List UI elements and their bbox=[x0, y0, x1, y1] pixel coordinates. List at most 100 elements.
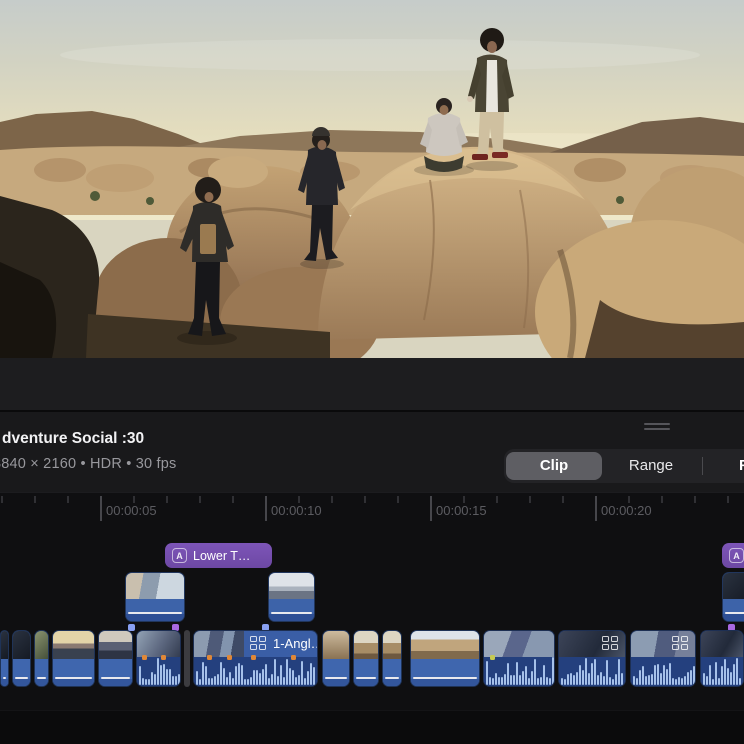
storyline-clip[interactable] bbox=[0, 630, 9, 687]
timeline-ruler[interactable]: 00:00:05 00:00:10 00:00:15 00:00:20 bbox=[0, 492, 744, 529]
audio-waveform bbox=[484, 657, 554, 686]
clip-audio-strip bbox=[13, 679, 30, 686]
storyline-clip[interactable] bbox=[700, 630, 744, 687]
project-specs: 3840 × 2160 • HDR • 30 fps bbox=[0, 456, 176, 472]
storyline-clip[interactable] bbox=[52, 630, 95, 687]
connected-clip[interactable] bbox=[268, 572, 315, 622]
ruler-timestamp: 00:00:15 bbox=[436, 503, 487, 518]
clip-thumbnail bbox=[723, 573, 744, 599]
ruler-tick-minor bbox=[232, 496, 234, 503]
ruler-tick-minor bbox=[529, 496, 531, 503]
clip-thumbnail bbox=[354, 631, 378, 659]
ruler-timestamp: 00:00:10 bbox=[271, 503, 322, 518]
title-clip[interactable]: A bbox=[722, 543, 744, 568]
ruler-tick-minor bbox=[298, 496, 300, 503]
drag-handle[interactable] bbox=[644, 423, 670, 433]
title-clip-label: Lower T… bbox=[193, 549, 250, 563]
storyline-clip[interactable] bbox=[483, 630, 555, 687]
multicam-icon bbox=[250, 636, 267, 651]
ruler-tick-major bbox=[430, 496, 432, 521]
storyline-clip[interactable] bbox=[382, 630, 402, 687]
clip-audio-strip bbox=[99, 679, 132, 686]
audio-waveform bbox=[701, 657, 743, 686]
segment-divider bbox=[702, 457, 703, 475]
storyline-clip[interactable] bbox=[98, 630, 133, 687]
segment-range[interactable]: Range bbox=[602, 452, 700, 480]
ruler-timestamp: 00:00:20 bbox=[601, 503, 652, 518]
clip-header bbox=[559, 631, 625, 657]
ruler-tick-minor bbox=[562, 496, 564, 503]
ruler-tick-minor bbox=[34, 496, 36, 503]
ruler-tick-minor bbox=[463, 496, 465, 503]
timeline-footer bbox=[0, 710, 744, 744]
storyline-clip[interactable]: 1-Angl… bbox=[193, 630, 318, 687]
clip-audio-strip bbox=[323, 679, 349, 686]
storyline-clip[interactable] bbox=[12, 630, 31, 687]
ruler-tick-minor bbox=[133, 496, 135, 503]
project-info-panel: dventure Social :30 3840 × 2160 • HDR • … bbox=[0, 412, 744, 492]
title-a-icon: A bbox=[172, 548, 187, 563]
storyline-clip[interactable] bbox=[558, 630, 626, 687]
clip-thumbnail bbox=[383, 631, 401, 659]
clip-label: 1-Angl… bbox=[273, 636, 318, 651]
title-clip[interactable]: A Lower T… bbox=[165, 543, 272, 568]
storyline-clip[interactable] bbox=[353, 630, 379, 687]
clip-thumbnail bbox=[99, 631, 132, 659]
clip-header bbox=[631, 631, 695, 657]
clip-audio-strip bbox=[53, 679, 94, 686]
storyline-clip[interactable] bbox=[136, 630, 181, 687]
ruler-tick-minor bbox=[166, 496, 168, 503]
clip-marker bbox=[291, 655, 296, 660]
clip-thumbnail bbox=[269, 573, 314, 599]
view-segmented: ClipRangeF bbox=[504, 449, 744, 483]
connected-clip[interactable] bbox=[125, 572, 185, 622]
clip-audio-strip bbox=[269, 614, 314, 621]
ruler-tick-minor bbox=[661, 496, 663, 503]
segment-f[interactable]: F bbox=[705, 452, 744, 480]
project-title: dventure Social :30 bbox=[2, 430, 144, 448]
audio-waveform bbox=[631, 657, 695, 686]
clip-marker bbox=[490, 655, 495, 660]
ruler-tick-minor bbox=[628, 496, 630, 503]
storyline-clip[interactable] bbox=[630, 630, 696, 687]
ruler-tick-major bbox=[100, 496, 102, 521]
clip-thumbnail bbox=[13, 631, 30, 659]
clip-marker bbox=[161, 655, 166, 660]
viewer-preview bbox=[0, 0, 744, 358]
transport-bar: 00:00:37:14 41 % •• bbox=[0, 358, 744, 412]
clip-header bbox=[484, 631, 554, 657]
clip-thumbnail bbox=[126, 573, 184, 599]
clip-thumbnail bbox=[35, 631, 48, 659]
final-cut-pro-window: 00:00:37:14 41 % •• dventure Social :30 … bbox=[0, 0, 744, 744]
clip-header bbox=[701, 631, 743, 657]
storyline-clip[interactable] bbox=[34, 630, 49, 687]
clip-thumbnail bbox=[53, 631, 94, 659]
storyline-clip[interactable] bbox=[410, 630, 480, 687]
gap-clip[interactable] bbox=[184, 630, 190, 687]
storyline-clip[interactable] bbox=[322, 630, 350, 687]
multicam-icon bbox=[672, 636, 689, 651]
clip-audio-strip bbox=[1, 679, 8, 686]
ruler-timestamp: 00:00:05 bbox=[106, 503, 157, 518]
clip-thumbnail bbox=[411, 631, 479, 659]
segment-clip[interactable]: Clip bbox=[506, 452, 602, 480]
title-a-icon: A bbox=[729, 548, 744, 563]
desert-scene bbox=[0, 0, 744, 358]
clip-marker bbox=[142, 655, 147, 660]
multicam-icon bbox=[602, 636, 619, 651]
clip-audio-strip bbox=[354, 679, 378, 686]
connected-clip[interactable] bbox=[722, 572, 744, 622]
clip-header: 1-Angl… bbox=[194, 631, 317, 657]
audio-waveform bbox=[194, 657, 317, 686]
clip-marker bbox=[251, 655, 256, 660]
ruler-tick-minor bbox=[496, 496, 498, 503]
ruler-tick-minor bbox=[331, 496, 333, 503]
clip-thumbnail bbox=[194, 631, 244, 657]
clip-audio-strip bbox=[383, 679, 401, 686]
clip-audio-strip bbox=[126, 614, 184, 621]
timeline[interactable]: A Lower T… A 1-Angl… bbox=[0, 528, 744, 710]
clip-header bbox=[137, 631, 180, 657]
ruler-tick-minor bbox=[727, 496, 729, 503]
ruler-tick-minor bbox=[694, 496, 696, 503]
audio-waveform bbox=[137, 657, 180, 686]
